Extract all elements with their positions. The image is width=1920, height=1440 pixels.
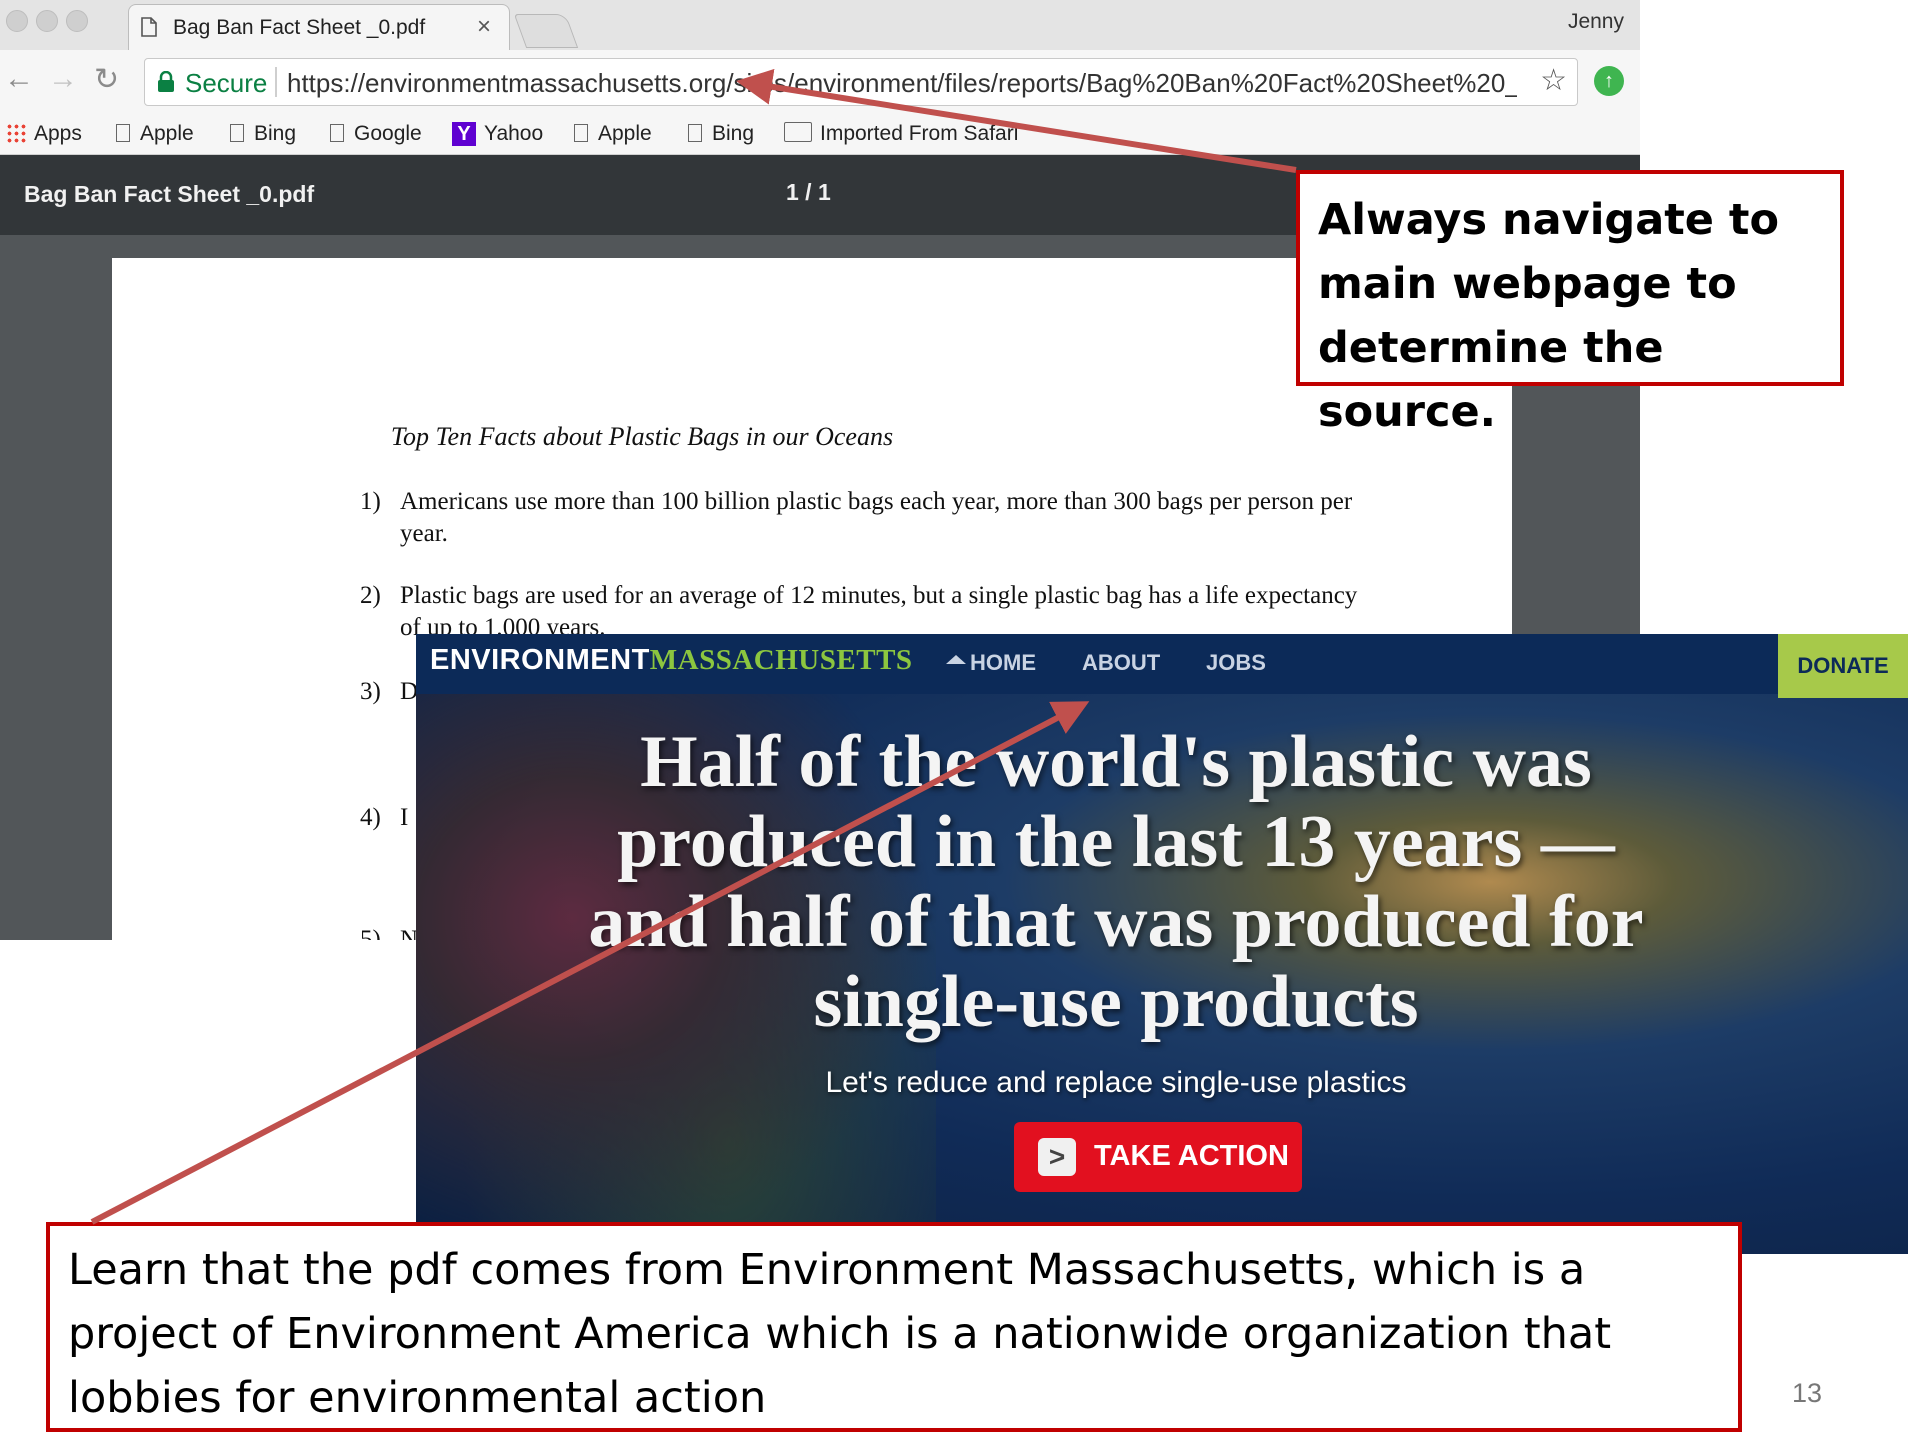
- hero-subheadline: Let's reduce and replace single-use plas…: [825, 1066, 1407, 1099]
- page-icon: [116, 124, 130, 142]
- bookmark-bing-2[interactable]: Bing: [688, 122, 754, 146]
- hero-headline: Half of the world's plastic was produced…: [588, 721, 1644, 1043]
- chevron-right-icon: >: [1038, 1138, 1076, 1176]
- pdf-page-indicator[interactable]: 1 / 1: [786, 179, 831, 206]
- reload-icon[interactable]: ↻: [94, 62, 119, 97]
- bookmark-apple-2[interactable]: Apple: [574, 122, 652, 146]
- close-window-icon[interactable]: [6, 10, 28, 32]
- nav-jobs[interactable]: JOBS: [1206, 650, 1266, 676]
- secure-label: Secure: [185, 68, 268, 98]
- apps-grid-icon: [6, 123, 26, 143]
- bookmark-google[interactable]: Google: [330, 122, 422, 146]
- bookmark-bing[interactable]: Bing: [230, 122, 296, 146]
- forward-arrow-icon[interactable]: →: [48, 62, 78, 96]
- top-callout-box: Always navigate to main webpage to deter…: [1296, 170, 1844, 437]
- site-navbar: ENVIRONMENTMASSACHUSETTS HOME ABOUT JOBS…: [416, 634, 1908, 698]
- profile-name[interactable]: Jenny: [1568, 10, 1624, 34]
- bottom-callout-box: Learn that the pdf comes from Environmen…: [46, 1222, 1742, 1432]
- bookmarks-bar: Apps Apple Bing Google Y Yahoo Apple Bing…: [0, 114, 1640, 155]
- take-action-button[interactable]: > TAKE ACTION: [1014, 1122, 1302, 1192]
- tab-title: Bag Ban Fact Sheet _0.pdf: [173, 16, 426, 39]
- bottom-callout-text: Learn that the pdf comes from Environmen…: [68, 1245, 1612, 1423]
- top-callout-text: Always navigate to main webpage to deter…: [1318, 195, 1780, 437]
- bookmark-apple[interactable]: Apple: [116, 122, 194, 146]
- page-icon: [230, 124, 244, 142]
- pdf-heading: Top Ten Facts about Plastic Bags in our …: [390, 422, 894, 451]
- zoom-window-icon[interactable]: [66, 10, 88, 32]
- yahoo-icon: Y: [452, 122, 476, 146]
- tab-pdf[interactable]: Bag Ban Fact Sheet _0.pdf ×: [128, 4, 510, 51]
- extension-icon[interactable]: ↑: [1594, 66, 1624, 96]
- address-separator: [275, 67, 277, 97]
- back-arrow-icon[interactable]: ←: [4, 62, 34, 96]
- minimize-window-icon[interactable]: [36, 10, 58, 32]
- donate-button[interactable]: DONATE: [1778, 634, 1908, 698]
- url-text[interactable]: https://environmentmassachusetts.org/sit…: [287, 68, 1517, 99]
- home-icon: [946, 655, 966, 664]
- pdf-file-title: Bag Ban Fact Sheet _0.pdf: [24, 181, 315, 207]
- page-icon: [330, 124, 344, 142]
- document-icon: [141, 17, 157, 42]
- tab-bar: Bag Ban Fact Sheet _0.pdf × Jenny: [0, 0, 1640, 51]
- bookmark-imported[interactable]: Imported From Safari: [784, 122, 1018, 146]
- nav-home[interactable]: HOME: [946, 650, 1036, 676]
- star-icon[interactable]: ☆: [1540, 63, 1567, 98]
- new-tab-button[interactable]: [513, 14, 579, 48]
- page-icon: [688, 124, 702, 142]
- lock-icon: [157, 70, 175, 98]
- address-bar[interactable]: Secure https://environmentmassachusetts.…: [144, 58, 1578, 106]
- slide-number: 13: [1792, 1378, 1823, 1408]
- nav-about[interactable]: ABOUT: [1082, 650, 1160, 676]
- folder-icon: [784, 122, 812, 142]
- browser-toolbar: ← → ↻ Secure https://environmentmassachu…: [0, 50, 1640, 114]
- site-logo[interactable]: ENVIRONMENTMASSACHUSETTS: [430, 644, 913, 677]
- take-action-label: TAKE ACTION: [1094, 1140, 1289, 1172]
- bookmark-apps[interactable]: Apps: [6, 122, 82, 146]
- environment-massachusetts-homepage: ENVIRONMENTMASSACHUSETTS HOME ABOUT JOBS…: [416, 634, 1908, 1254]
- bookmark-yahoo[interactable]: Y Yahoo: [452, 122, 543, 146]
- page-icon: [574, 124, 588, 142]
- tab-close-icon[interactable]: ×: [477, 13, 491, 41]
